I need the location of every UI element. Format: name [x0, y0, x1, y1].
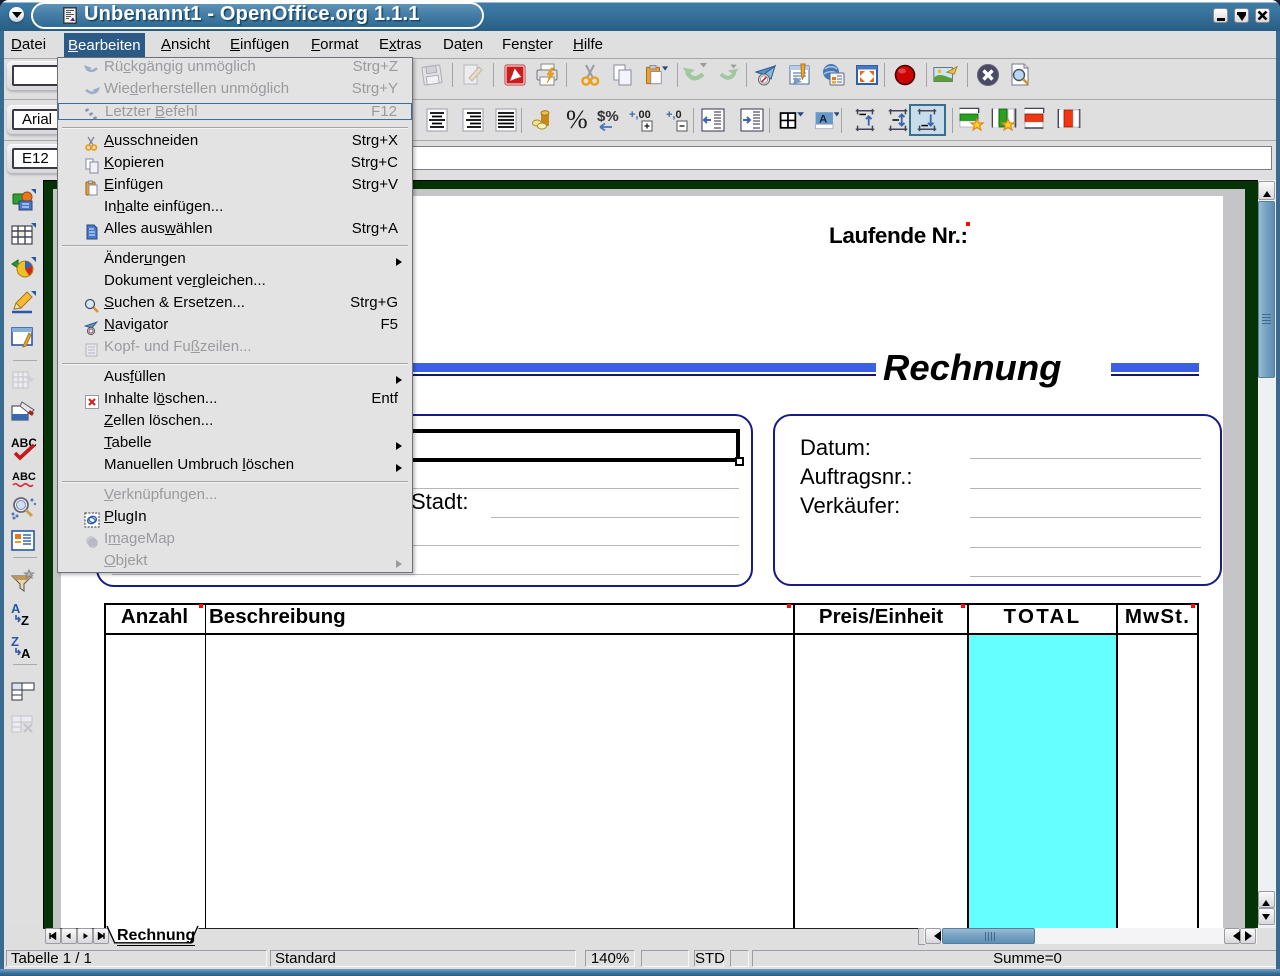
svg-text:+,0: +,0 [666, 109, 682, 121]
svg-text:$%: $% [597, 108, 619, 125]
svg-text:+,00: +,00 [629, 109, 651, 121]
svg-text:A: A [819, 114, 827, 126]
